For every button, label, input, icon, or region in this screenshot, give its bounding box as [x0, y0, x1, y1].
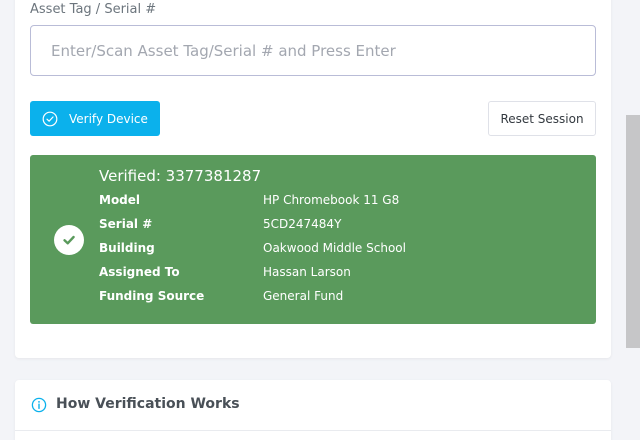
scrollbar-thumb[interactable]	[626, 115, 640, 348]
asset-tag-input[interactable]	[30, 25, 596, 76]
info-circle-icon	[31, 397, 47, 413]
assigned-to-value: Hassan Larson	[263, 265, 351, 279]
building-value: Oakwood Middle School	[263, 241, 406, 255]
asset-tag-label: Asset Tag / Serial #	[30, 2, 157, 17]
divider	[15, 430, 611, 431]
check-circle-outline-icon	[42, 111, 58, 127]
funding-source-label: Funding Source	[99, 289, 205, 303]
model-value: HP Chromebook 11 G8	[263, 193, 400, 207]
serial-label: Serial #	[99, 217, 153, 231]
verified-title: Verified: 3377381287	[99, 167, 262, 185]
asset-verification-page: Asset Tag / Serial # Verify Device Reset…	[0, 0, 640, 440]
funding-source-value: General Fund	[263, 289, 344, 303]
verify-device-label: Verify Device	[69, 111, 148, 126]
verify-device-button[interactable]: Verify Device	[30, 101, 160, 136]
reset-session-label: Reset Session	[500, 111, 584, 126]
how-verification-title[interactable]: How Verification Works	[56, 396, 240, 412]
building-label: Building	[99, 241, 155, 255]
serial-value: 5CD247484Y	[263, 217, 342, 231]
model-label: Model	[99, 193, 141, 207]
assigned-to-label: Assigned To	[99, 265, 180, 279]
check-circle-icon	[54, 225, 84, 255]
reset-session-button[interactable]: Reset Session	[488, 101, 596, 136]
verification-result-panel: Verified: 3377381287 Model HP Chromebook…	[30, 155, 596, 324]
